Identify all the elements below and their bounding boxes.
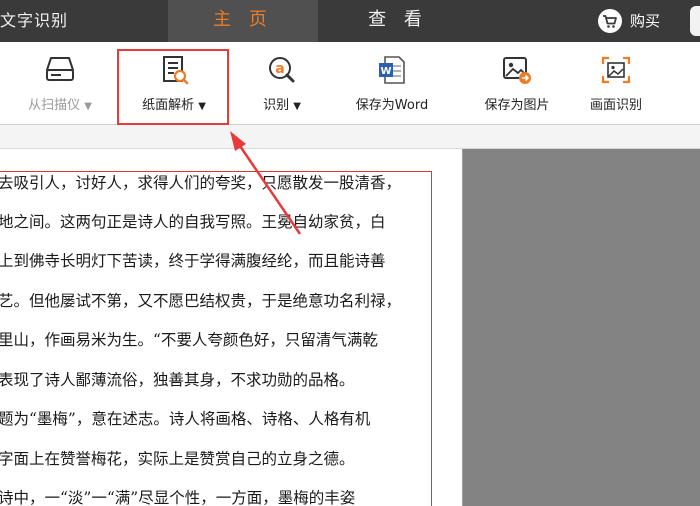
- window-edge: [690, 6, 700, 36]
- document-line: 题为“墨梅”，意在述志。诗人将画格、诗格、人格有机: [0, 410, 371, 428]
- scanner-icon: [46, 57, 74, 81]
- svg-text:W: W: [380, 66, 391, 77]
- paper-analysis-button[interactable]: 纸面解析 ▼: [118, 42, 230, 124]
- word-file-icon: W: [379, 56, 405, 84]
- preview-panel: [463, 149, 700, 506]
- document-search-icon: [163, 56, 189, 85]
- document-line: 地之间。这两句正是诗人的自我写照。王冕自幼家贫，白: [0, 213, 386, 231]
- document-line: 艺。但他屡试不第，又不愿巴结权贵，于是绝意功名利禄，: [0, 292, 402, 310]
- document-line: 去吸引人，讨好人，求得人们的夸奖，只愿散发一股清香，: [0, 174, 402, 192]
- screen-recognize-label: 画面识别: [589, 98, 642, 113]
- document-line: 字面上在赞誉梅花，实际上是赞赏自己的立身之德。: [0, 450, 355, 468]
- recognize-icon: a: [269, 57, 295, 83]
- document-line: 诗中，一“淡”一“满”尽显个性，一方面，墨梅的丰姿: [0, 489, 356, 506]
- save-word-button[interactable]: W 保存为Word: [342, 42, 442, 124]
- paper-analysis-label: 纸面解析: [142, 98, 195, 113]
- document-view[interactable]: 去吸引人，讨好人，求得人们的夸奖，只愿散发一股清香， 地之间。这两句正是诗人的自…: [0, 149, 462, 506]
- save-image-icon: [503, 57, 531, 84]
- recognize-dropdown-icon: ▼: [293, 101, 301, 112]
- ribbon-toolbar: 从扫描仪 ▼ 纸面解析 ▼ a 识别 ▼ W 保存为Word 保存为图片 画面识…: [0, 42, 700, 125]
- app-title: 文字识别: [0, 11, 69, 30]
- paper-dropdown-icon: ▼: [198, 101, 206, 112]
- buy-button[interactable]: 购买: [598, 8, 660, 34]
- tab-view[interactable]: 查 看: [318, 0, 478, 42]
- save-image-button[interactable]: 保存为图片: [458, 42, 576, 124]
- title-bar: 文字识别 主 页 查 看 购买: [0, 0, 700, 42]
- save-image-label: 保存为图片: [484, 98, 550, 113]
- cart-icon: [598, 9, 622, 33]
- screen-recognize-button[interactable]: 画面识别: [574, 42, 658, 124]
- screen-capture-icon: [601, 56, 631, 84]
- recognize-button[interactable]: a 识别 ▼: [240, 42, 324, 124]
- tab-home[interactable]: 主 页: [168, 0, 318, 42]
- svg-text:a: a: [275, 61, 284, 77]
- recognize-label: 识别: [263, 98, 290, 113]
- scan-button[interactable]: 从扫描仪 ▼: [10, 42, 110, 124]
- document-line: 上到佛寺长明灯下苦读，终于学得满腹经纶，而且能诗善: [0, 252, 386, 270]
- scan-label: 从扫描仪: [28, 98, 81, 113]
- status-strip: [0, 125, 700, 149]
- buy-label: 购买: [630, 12, 661, 30]
- document-line: 里山，作画易米为生。“不要人夸颜色好，只留清气满乾: [0, 331, 378, 349]
- document-line: 表现了诗人鄙薄流俗，独善其身，不求功勋的品格。: [0, 371, 355, 389]
- save-word-label: 保存为Word: [355, 98, 429, 113]
- scan-dropdown-icon: ▼: [84, 101, 92, 112]
